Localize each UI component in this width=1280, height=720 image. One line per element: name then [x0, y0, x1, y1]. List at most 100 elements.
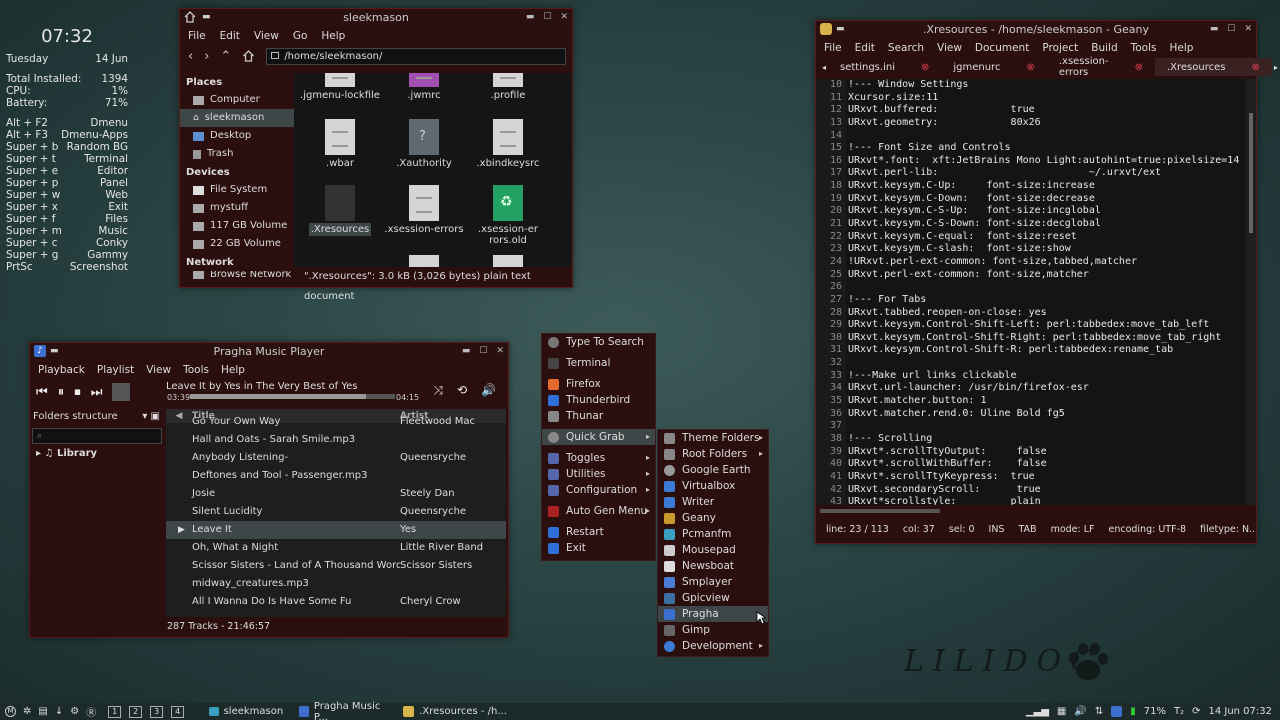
menu-go[interactable]: Go — [293, 30, 308, 42]
table-row[interactable]: Hall and Oats - Sarah Smile.mp3 — [166, 431, 506, 449]
file-item[interactable]: ♻ .xsession-errors.old — [466, 185, 550, 246]
minimize-button[interactable]: ▬ — [1210, 21, 1219, 38]
menu-item-virtualbox[interactable]: Virtualbox — [658, 478, 768, 494]
menu-item-configuration[interactable]: Configuration ▸ — [542, 482, 655, 498]
workspace-1[interactable]: 1 — [108, 705, 122, 718]
sidebar-item-117gb[interactable]: 117 GB Volume — [180, 217, 294, 235]
path-input[interactable]: /home/sleekmason/ — [266, 47, 566, 65]
volume-icon[interactable]: 🔊 — [1074, 706, 1086, 717]
file-item[interactable]: ? .Xauthority — [382, 119, 466, 169]
window-titlebar[interactable]: ♪ ▬ Pragha Music Player ▬ ☐ ✕ — [30, 343, 508, 360]
file-item[interactable]: .xbindkeysrc — [466, 119, 550, 169]
menu-tools[interactable]: Tools — [1131, 42, 1157, 54]
library-selector[interactable]: Folders structure ▾ ▣ — [30, 409, 164, 425]
sidebar-item-computer[interactable]: Computer — [180, 91, 294, 109]
progress-bar[interactable] — [190, 394, 395, 399]
sidebar-item-trash[interactable]: Trash — [180, 145, 294, 163]
repeat-icon[interactable]: ⟲ — [457, 383, 467, 398]
tab-scroll-right-icon[interactable]: ▸ — [1274, 63, 1278, 72]
task-geany[interactable]: .Xresources - /h... — [397, 703, 517, 720]
sidebar-item-browse-network[interactable]: Browse Network — [180, 271, 294, 279]
close-button[interactable]: ✕ — [560, 9, 568, 26]
menu-item-terminal[interactable]: Terminal — [542, 355, 655, 371]
menu-item-exit[interactable]: Exit — [542, 540, 655, 556]
menu-item-smplayer[interactable]: Smplayer — [658, 574, 768, 590]
network-icon[interactable]: ⇅ — [1095, 706, 1103, 717]
workspace-4[interactable]: 4 — [171, 705, 185, 718]
sidebar-item-filesystem[interactable]: File System — [180, 181, 294, 199]
menu-item-geany[interactable]: Geany — [658, 510, 768, 526]
refresh-icon[interactable]: ⟳ — [1192, 706, 1200, 717]
table-row[interactable]: All I Wanna Do Is Have Some Fu Cheryl Cro… — [166, 593, 506, 611]
volume-icon[interactable]: 🔊 — [481, 383, 496, 398]
table-row[interactable]: Silent Lucidity Queensryche — [166, 503, 506, 521]
file-item[interactable] — [382, 255, 466, 267]
sidebar-item-sleekmason[interactable]: ⌂ sleekmason — [180, 109, 294, 127]
geany-window[interactable]: ▬ .Xresources - /home/sleekmason - Geany… — [815, 20, 1278, 544]
menu-icon[interactable]: M — [5, 706, 16, 717]
code-editor[interactable]: 10 !--- Window Settings 11 Xcursor.size:11 1… — [816, 79, 1246, 505]
menu-item-newsboat[interactable]: Newsboat — [658, 558, 768, 574]
menu-item-theme-folders[interactable]: Theme Folders ▸ — [658, 430, 768, 446]
stop-icon[interactable]: ⏹ — [74, 385, 81, 400]
window-menu-dash[interactable]: ▬ — [50, 343, 59, 360]
file-item[interactable]: .profile — [466, 73, 550, 101]
menu-project[interactable]: Project — [1042, 42, 1078, 54]
menu-item-toggles[interactable]: Toggles ▸ — [542, 450, 655, 466]
sidebar-item-22gb[interactable]: 22 GB Volume — [180, 235, 294, 253]
scrollbar-thumb[interactable] — [1249, 113, 1253, 233]
signal-icon[interactable]: ▁▃▅ — [1026, 706, 1049, 717]
menu-tools[interactable]: Tools — [183, 364, 209, 376]
file-item[interactable]: .jgmenu-lockfile — [298, 73, 382, 101]
menu-view[interactable]: View — [937, 42, 962, 54]
library-search-input[interactable]: ⌕ — [32, 428, 162, 444]
menu-item-pragha[interactable]: Pragha — [658, 606, 768, 622]
file-item[interactable]: .xsession-errors — [382, 185, 466, 235]
table-row[interactable]: midway_creatures.mp3 — [166, 575, 506, 593]
maximize-button[interactable]: ☐ — [543, 9, 551, 26]
menu-help[interactable]: Help — [321, 30, 345, 42]
close-button[interactable]: ✕ — [1244, 21, 1252, 38]
menu-file[interactable]: File — [188, 30, 206, 42]
table-row[interactable]: Oh, What a Night Little River Band — [166, 539, 506, 557]
menu-item-firefox[interactable]: Firefox — [542, 376, 655, 392]
menu-item-restart[interactable]: Restart — [542, 524, 655, 540]
menu-document[interactable]: Document — [975, 42, 1029, 54]
close-icon[interactable]: ⊗ — [921, 62, 929, 73]
back-icon[interactable]: ‹ — [188, 49, 193, 64]
clock[interactable]: 14 Jun 07:32 — [1208, 706, 1272, 717]
forward-icon[interactable]: › — [204, 49, 209, 64]
pragha-tray-icon[interactable] — [1111, 706, 1123, 717]
menu-item-auto-gen-menu[interactable]: Auto Gen Menu ▸ — [542, 503, 655, 519]
table-row[interactable]: Scissor Sisters - Land of A Thousand Wor… — [166, 557, 506, 575]
menu-item-writer[interactable]: Writer — [658, 494, 768, 510]
table-row[interactable]: Anybody Listening- Queensryche — [166, 449, 506, 467]
maximize-button[interactable]: ☐ — [479, 343, 487, 360]
library-tree-item[interactable]: ▸ ♫ Library — [30, 448, 164, 459]
home-icon[interactable] — [242, 50, 255, 62]
maximize-button[interactable]: ☐ — [1227, 21, 1235, 38]
file-item[interactable]: .wbar — [298, 119, 382, 169]
menu-playlist[interactable]: Playlist — [97, 364, 134, 376]
menu-item-root-folders[interactable]: Root Folders ▸ — [658, 446, 768, 462]
minimize-button[interactable]: ▬ — [462, 343, 471, 360]
menu-item-thunar[interactable]: Thunar — [542, 408, 655, 424]
file-item[interactable]: .jwmrc — [382, 73, 466, 101]
menu-edit[interactable]: Edit — [855, 42, 875, 54]
menu-item-thunderbird[interactable]: Thunderbird — [542, 392, 655, 408]
pause-icon[interactable]: ⏸ — [58, 385, 65, 400]
gear-icon[interactable]: ⚙ — [70, 706, 79, 717]
tab-jgmenurc[interactable]: jgmenurc ⊗ — [941, 58, 1046, 76]
task-file-manager[interactable]: sleekmason — [203, 703, 293, 720]
menu-view[interactable]: View — [146, 364, 171, 376]
menu-edit[interactable]: Edit — [220, 30, 240, 42]
menu-playback[interactable]: Playback — [38, 364, 85, 376]
temperature-icon[interactable]: T₂ — [1174, 706, 1184, 717]
menu-item-development[interactable]: Development ▸ — [658, 638, 768, 654]
registered-icon[interactable]: Ⓡ — [86, 704, 96, 719]
menu-item-utilities[interactable]: Utilities ▸ — [542, 466, 655, 482]
tab-xresources[interactable]: .Xresources ⊗ — [1154, 58, 1272, 76]
display-icon[interactable]: ▦ — [1057, 706, 1066, 717]
file-item-selected[interactable]: .Xresources — [298, 185, 382, 236]
menu-help[interactable]: Help — [1170, 42, 1194, 54]
